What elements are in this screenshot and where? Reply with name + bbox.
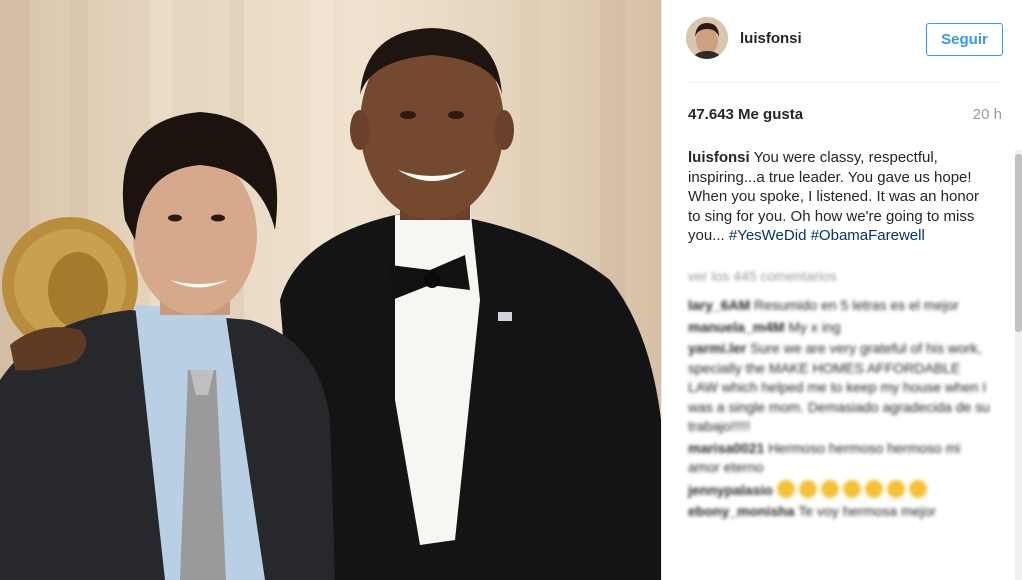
comments-list: lary_6AM Resumido en 5 letras es el mejo… bbox=[688, 296, 992, 524]
comment-username[interactable]: yarmi.ler bbox=[688, 340, 746, 356]
header-divider bbox=[686, 82, 1002, 83]
scrollbar-thumb[interactable] bbox=[1015, 154, 1022, 332]
comment-text: Te voy hermosa mejor bbox=[798, 503, 936, 519]
comment-item: ebony_monisha Te voy hermosa mejor bbox=[688, 502, 992, 522]
avatar[interactable] bbox=[686, 17, 728, 59]
comment-item: marisa0021 Hermoso hermoso hermoso mi am… bbox=[688, 439, 992, 478]
post-timestamp[interactable]: 20 h bbox=[973, 106, 1002, 123]
follow-button[interactable]: Seguir bbox=[926, 23, 1003, 56]
avatar-image bbox=[686, 17, 728, 59]
comment-username[interactable]: jennypalasio bbox=[688, 482, 773, 498]
laughing-emoji-icon bbox=[820, 479, 839, 498]
comment-item: yarmi.ler Sure we are very grateful of h… bbox=[688, 339, 992, 437]
caption-username[interactable]: luisfonsi bbox=[688, 149, 750, 166]
comment-item: lary_6AM Resumido en 5 letras es el mejo… bbox=[688, 296, 992, 316]
laughing-emoji-icon bbox=[798, 479, 817, 498]
comment-username[interactable]: lary_6AM bbox=[688, 297, 750, 313]
laughing-emoji-icon bbox=[842, 479, 861, 498]
comment-username[interactable]: ebony_monisha bbox=[688, 503, 795, 519]
comment-item: jennypalasio bbox=[688, 479, 992, 501]
post-caption: luisfonsi You were classy, respectful, i… bbox=[688, 148, 988, 246]
comment-username[interactable]: manuela_m4M bbox=[688, 319, 784, 335]
hashtag-link[interactable]: #ObamaFarewell bbox=[811, 227, 925, 244]
post-header: luisfonsi Seguir bbox=[662, 0, 1022, 82]
comment-item: manuela_m4M My x ing bbox=[688, 318, 992, 338]
username-link[interactable]: luisfonsi bbox=[740, 30, 802, 47]
laughing-emoji-icon bbox=[776, 479, 795, 498]
photo-illustration bbox=[0, 0, 661, 580]
laughing-emoji-icon bbox=[908, 479, 927, 498]
post-photo[interactable] bbox=[0, 0, 661, 580]
load-more-comments-link[interactable]: ver los 445 comentarios bbox=[688, 268, 837, 284]
laughing-emoji-icon bbox=[864, 479, 883, 498]
hashtag-link[interactable]: #YesWeDid bbox=[729, 227, 807, 244]
post-sidebar: luisfonsi Seguir 47.643 Me gusta 20 h lu… bbox=[661, 0, 1022, 580]
comment-username[interactable]: marisa0021 bbox=[688, 440, 764, 456]
comment-text: Resumido en 5 letras es el mejor bbox=[754, 297, 959, 313]
laughing-emoji-icon bbox=[886, 479, 905, 498]
comment-text: My x ing bbox=[788, 318, 841, 335]
likes-count[interactable]: 47.643 Me gusta bbox=[688, 106, 803, 123]
